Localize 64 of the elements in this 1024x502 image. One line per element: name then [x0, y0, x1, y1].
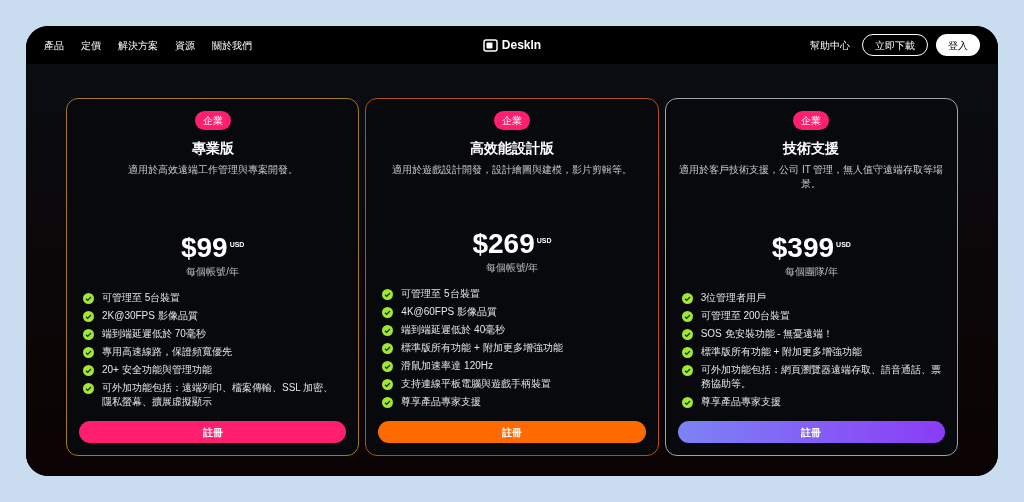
signup-button[interactable]: 註冊 [677, 421, 945, 443]
feature-text: 2K@30FPS 影像品質 [102, 309, 198, 323]
feature-text: 20+ 安全功能與管理功能 [102, 363, 212, 377]
check-icon [382, 289, 394, 300]
billing-period: 每個帳號/年 [186, 265, 240, 279]
feature-text: 可管理至 5台裝置 [102, 291, 181, 305]
nav-link[interactable]: 解決方案 [118, 37, 158, 53]
plan-description: 適用於高效遠端工作管理與專案開發。 [127, 163, 298, 177]
plan-price: $99 [180, 232, 228, 264]
check-icon [382, 397, 394, 408]
feature-text: 可外加功能包括：遠端列印、檔案傳輸、SSL 加密、隱私螢幕、擴展虛擬顯示 [102, 381, 335, 409]
nav-link[interactable]: 資源 [175, 37, 195, 53]
nav-link[interactable]: 關於我們 [212, 37, 252, 53]
check-icon [83, 347, 94, 358]
plan-description: 適用於遊戲設計開發，設計繪圖與建模，影片剪輯等。 [392, 163, 632, 177]
billing-period: 每個帳號/年 [485, 261, 539, 275]
feature-text: 可管理至 5台裝置 [401, 287, 480, 301]
nav-link[interactable]: 定價 [81, 37, 101, 53]
feature-text: 可管理至 200台裝置 [700, 309, 791, 323]
check-icon [681, 365, 693, 376]
plan-price: $269 [472, 228, 535, 260]
billing-period: 每個團隊/年 [784, 265, 838, 279]
feature-text: 3位管理者用戶 [700, 291, 767, 305]
check-icon [382, 307, 394, 318]
feature-text: 尊享產品專家支援 [401, 395, 482, 409]
plan-description: 適用於客戶技術支援，公司 IT 管理，無人值守遠端存取等場景。 [678, 163, 945, 191]
plan-title: 專業版 [191, 139, 234, 158]
check-icon [83, 365, 94, 376]
plan-badge: 企業 [194, 111, 231, 130]
check-icon [83, 293, 94, 304]
plan-badge: 企業 [494, 111, 530, 130]
logo-text: DeskIn [501, 37, 542, 54]
check-icon [83, 329, 94, 340]
check-icon [83, 383, 94, 394]
check-icon [83, 311, 94, 322]
plan-title: 技術支援 [783, 139, 840, 158]
help-link[interactable]: 幫助中心 [810, 37, 850, 53]
plan-price: $399 [771, 232, 835, 264]
check-icon [681, 347, 693, 358]
check-icon [382, 343, 394, 354]
check-icon [382, 361, 394, 372]
feature-text: 支持連線平板電腦與遊戲手柄裝置 [401, 377, 552, 391]
feature-text: 尊享產品專家支援 [700, 395, 781, 409]
signup-button[interactable]: 註冊 [79, 421, 347, 443]
plan-badge: 企業 [793, 111, 830, 130]
check-icon [681, 311, 693, 322]
check-icon [681, 397, 693, 408]
feature-text: 專用高速線路，保證頻寬優先 [102, 345, 232, 359]
plan-title: 高效能設計版 [470, 139, 554, 158]
feature-text: 標準版所有功能 + 附加更多增強功能 [401, 341, 563, 355]
feature-text: SOS 免安裝功能 - 無憂遠端！ [700, 327, 834, 341]
feature-text: 可外加功能包括：網頁瀏覽器遠端存取、語音通話、票務協助等。 [700, 363, 941, 391]
login-button[interactable]: 登入 [936, 34, 980, 56]
feature-text: 標準版所有功能 + 附加更多增強功能 [700, 345, 863, 359]
logo-icon [482, 38, 498, 52]
check-icon [382, 379, 394, 390]
feature-text: 端到端延遲低於 40毫秒 [401, 323, 506, 337]
nav-link[interactable]: 產品 [44, 37, 64, 53]
check-icon [681, 329, 693, 340]
check-icon [681, 293, 693, 304]
feature-text: 端到端延遲低於 70毫秒 [102, 327, 206, 341]
feature-text: 4K@60FPS 影像品質 [401, 305, 498, 319]
feature-text: 滑鼠加速率達 120Hz [401, 359, 493, 373]
check-icon [382, 325, 394, 336]
